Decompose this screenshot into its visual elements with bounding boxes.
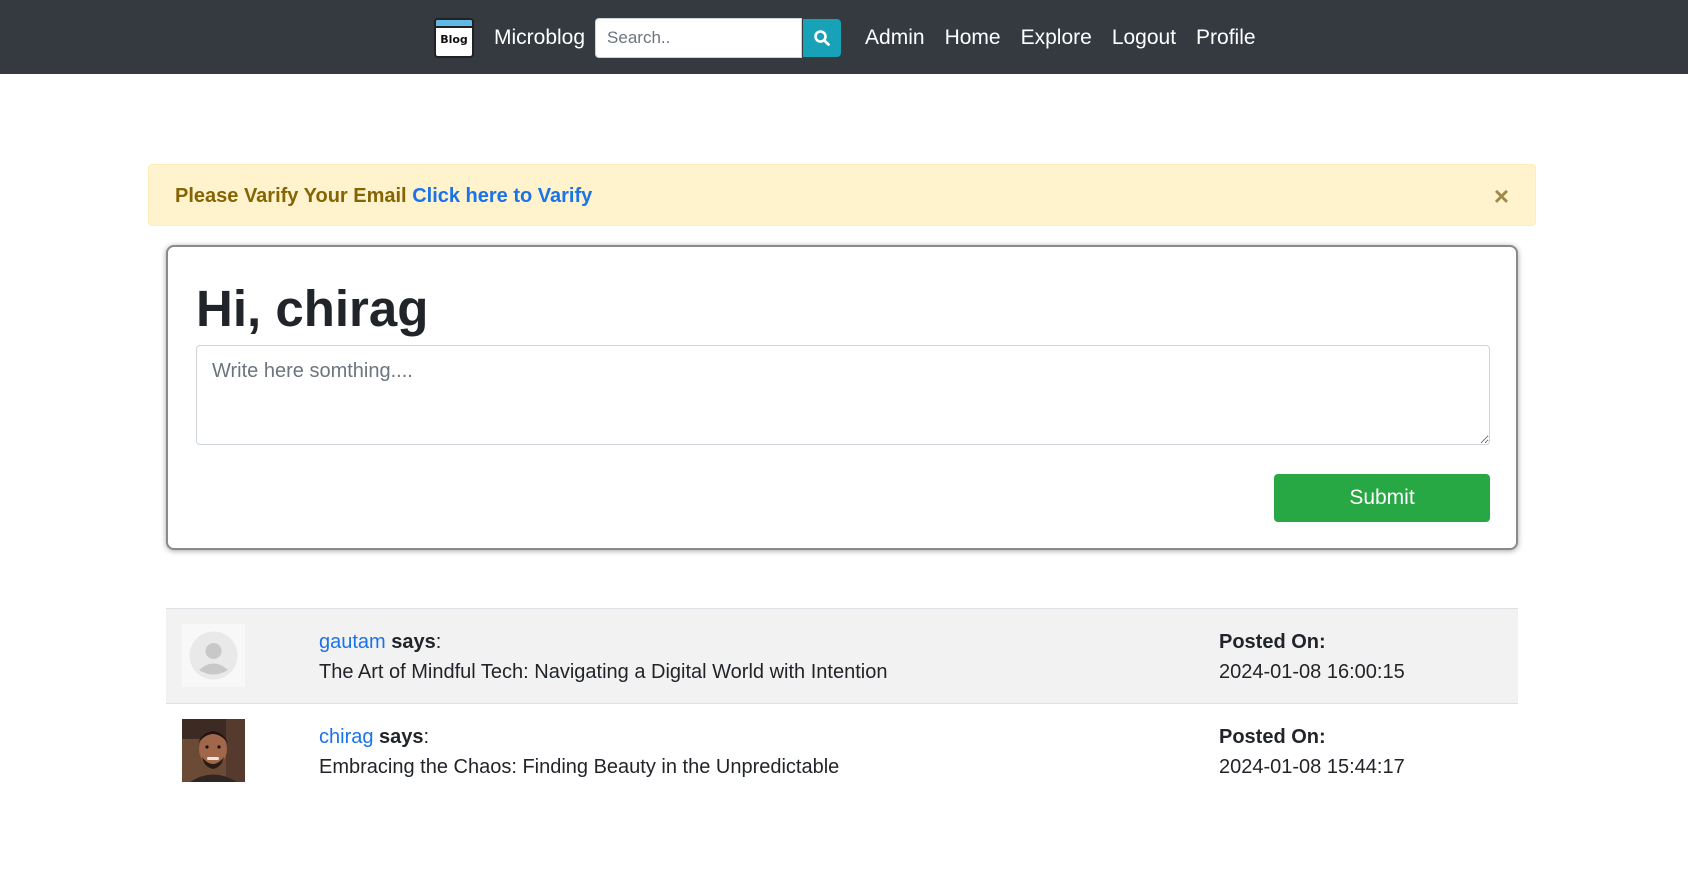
nav-link-home[interactable]: Home [935, 26, 1011, 50]
post-body: The Art of Mindful Tech: Navigating a Di… [319, 661, 888, 683]
search-icon [814, 30, 830, 46]
navbar: Blog Microblog Admin Home Explore Logout… [0, 0, 1688, 74]
author-line: chirag says: [319, 726, 429, 749]
author-line: gautam says: [319, 631, 441, 654]
avatar[interactable] [182, 719, 245, 782]
nav-link-admin[interactable]: Admin [855, 26, 935, 50]
alert-message: Please Varify Your Email [175, 185, 407, 207]
user-photo-avatar-icon [182, 719, 245, 782]
nav-links: Admin Home Explore Logout Profile [855, 26, 1266, 50]
post-timestamp: 2024-01-08 16:00:15 [1219, 661, 1405, 683]
navbar-inner: Blog Microblog Admin Home Explore Logout… [434, 18, 1266, 58]
greeting-heading: Hi, chirag [196, 280, 429, 337]
post-body: Embracing the Chaos: Finding Beauty in t… [319, 756, 840, 778]
alert-message-line: Please Varify Your Email Click here to V… [175, 185, 592, 208]
says-colon: : [423, 726, 430, 748]
post-row: gautam says: The Art of Mindful Tech: Na… [166, 608, 1518, 703]
says-label: says [379, 726, 424, 748]
compose-card: Hi, chirag Submit [166, 245, 1518, 550]
close-icon[interactable]: × [1494, 183, 1509, 209]
says-label: says [391, 631, 436, 653]
avatar[interactable] [182, 624, 245, 687]
posted-on-label: Posted On: [1219, 726, 1326, 748]
verify-email-alert: Please Varify Your Email Click here to V… [148, 164, 1536, 226]
author-link[interactable]: chirag [319, 726, 373, 748]
search-input[interactable] [595, 18, 803, 58]
default-avatar-icon [182, 624, 245, 687]
post-row: chirag says: Embracing the Chaos: Findin… [166, 703, 1518, 798]
nav-link-explore[interactable]: Explore [1011, 26, 1102, 50]
logo-text: Blog [440, 33, 468, 46]
nav-link-profile[interactable]: Profile [1186, 26, 1266, 50]
verify-link[interactable]: Click here to Varify [412, 185, 592, 207]
posts-list: gautam says: The Art of Mindful Tech: Na… [166, 608, 1518, 798]
blog-logo-icon[interactable]: Blog [434, 18, 474, 58]
post-timestamp: 2024-01-08 15:44:17 [1219, 756, 1405, 778]
nav-link-logout[interactable]: Logout [1102, 26, 1186, 50]
search-button[interactable] [803, 19, 842, 57]
says-colon: : [435, 631, 442, 653]
posted-on-label: Posted On: [1219, 631, 1326, 653]
post-textarea[interactable] [196, 345, 1490, 445]
logo-window-bar [436, 20, 472, 28]
author-link[interactable]: gautam [319, 631, 386, 653]
brand-name[interactable]: Microblog [494, 26, 585, 50]
submit-button[interactable]: Submit [1274, 474, 1490, 522]
